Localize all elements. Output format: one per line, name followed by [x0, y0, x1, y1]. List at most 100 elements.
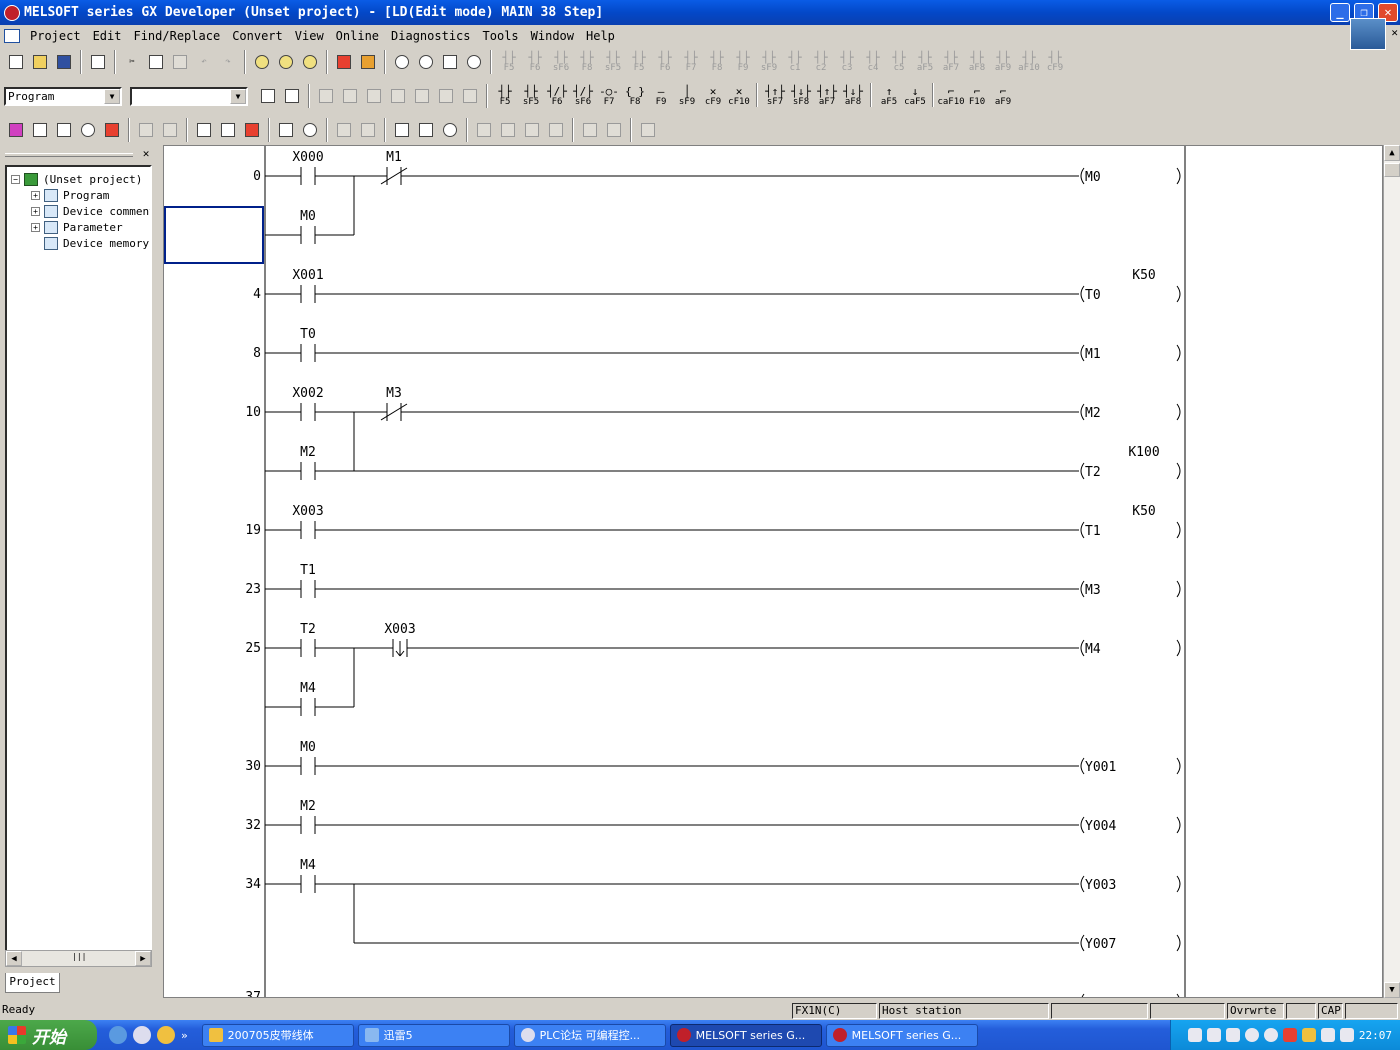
ladder-key-af9-icon[interactable]: ┤├ aF9: [991, 49, 1015, 75]
contact-label[interactable]: M0: [300, 209, 316, 224]
undo-icon[interactable]: ↶: [193, 51, 215, 73]
find-device-icon[interactable]: [251, 51, 273, 73]
task-folder[interactable]: 200705皮带线体: [201, 1023, 354, 1047]
app-icon[interactable]: [4, 4, 20, 21]
contact-label[interactable]: M4: [300, 858, 316, 873]
contact-label[interactable]: X003: [292, 504, 323, 519]
ladder-symbol-sf9-button[interactable]: │ sF9: [675, 83, 699, 109]
network-icon[interactable]: [1225, 1028, 1240, 1042]
ladder-key-cf9-icon[interactable]: ┤├ cF9: [1043, 49, 1067, 75]
simulation-step-icon[interactable]: [497, 119, 519, 141]
ladder-symbol-f10-button[interactable]: ⌐ F10: [965, 83, 989, 109]
tab-project[interactable]: Project: [5, 973, 60, 993]
cross-reference-icon[interactable]: [275, 119, 297, 141]
copy-icon[interactable]: [145, 51, 167, 73]
ladder-key-c4-icon[interactable]: ┤├ c4: [861, 49, 885, 75]
write-mode-icon[interactable]: [101, 119, 123, 141]
display-icon[interactable]: [1339, 1028, 1354, 1042]
menu-window[interactable]: Window: [525, 26, 580, 46]
ladder-key-f5-icon[interactable]: ┤├ F5: [497, 49, 521, 75]
ladder-key-sf9-icon[interactable]: ┤├ sF9: [757, 49, 781, 75]
insert-row-icon[interactable]: [315, 85, 337, 107]
device-register-icon[interactable]: [217, 119, 239, 141]
ladder-key-af8-icon[interactable]: ┤├ aF8: [965, 49, 989, 75]
ladder-symbol-f8-button[interactable]: { } F8: [623, 83, 647, 109]
ladder-symbol-af9-button[interactable]: ⌐ aF9: [991, 83, 1015, 109]
pane-grip[interactable]: [5, 153, 133, 157]
fb-icon[interactable]: [579, 119, 601, 141]
contact-label[interactable]: M4: [300, 681, 316, 696]
table-icon[interactable]: [435, 85, 457, 107]
step-run-icon[interactable]: [333, 119, 355, 141]
simulation-stop-icon[interactable]: [545, 119, 567, 141]
diagnostics-icon[interactable]: [299, 119, 321, 141]
menu-project[interactable]: Project: [24, 26, 87, 46]
tree-item-device-memory[interactable]: Device memory: [44, 235, 149, 251]
ladder-symbol-sf5-button[interactable]: ┤├ sF5: [519, 83, 543, 109]
ladder-symbol-f5-button[interactable]: ┤├ F5: [493, 83, 517, 109]
menu-view[interactable]: View: [289, 26, 330, 46]
ladder-symbol-caf5-button[interactable]: ↓ caF5: [903, 83, 927, 109]
fb-edit-icon[interactable]: [603, 119, 625, 141]
minimize-button[interactable]: _: [1330, 3, 1350, 22]
expand-icon[interactable]: +: [31, 206, 40, 216]
ladder-key-sf5-icon[interactable]: ┤├ sF5: [601, 49, 625, 75]
coil-label[interactable]: END: [1085, 996, 1109, 998]
coil-label[interactable]: M1: [1085, 347, 1101, 362]
coil-label[interactable]: M3: [1085, 583, 1101, 598]
ladder-key-f6-icon[interactable]: ┤├ F6: [653, 49, 677, 75]
contact-label[interactable]: T0: [300, 327, 316, 342]
task-melsoft-2[interactable]: MELSOFT series G...: [825, 1023, 978, 1047]
start-button[interactable]: 开始: [0, 1020, 97, 1050]
ladder-symbol-sf7-button[interactable]: ┤↑├ sF7: [763, 83, 787, 109]
redo-icon[interactable]: ↷: [217, 51, 239, 73]
scroll-up-icon[interactable]: ▲: [1384, 145, 1400, 161]
parameter-icon[interactable]: [5, 119, 27, 141]
ladder-symbol-f7-button[interactable]: -○- F7: [597, 83, 621, 109]
save-icon[interactable]: [53, 51, 75, 73]
coil-label[interactable]: Y001: [1085, 760, 1116, 775]
volume-icon[interactable]: [1320, 1028, 1335, 1042]
ladder-symbol-af5-button[interactable]: ↑ aF5: [877, 83, 901, 109]
ladder-symbol-sf8-button[interactable]: ┤↓├ sF8: [789, 83, 813, 109]
ladder-key-f8-icon[interactable]: ┤├ F8: [705, 49, 729, 75]
menu-edit[interactable]: Edit: [87, 26, 128, 46]
back-icon[interactable]: [1244, 1028, 1259, 1042]
coil-label[interactable]: M2: [1085, 406, 1101, 421]
ladder-key-f7-icon[interactable]: ┤├ F7: [679, 49, 703, 75]
menu-online[interactable]: Online: [330, 26, 385, 46]
ladder-key-f9-icon[interactable]: ┤├ F9: [731, 49, 755, 75]
collapse-icon[interactable]: −: [11, 174, 20, 184]
menu-tools[interactable]: Tools: [477, 26, 525, 46]
editor-vertical-scrollbar[interactable]: ▲ ▼: [1383, 145, 1400, 998]
tree-item-device-comment[interactable]: + Device comment: [31, 203, 150, 219]
partial-run-icon[interactable]: [357, 119, 379, 141]
block-icon[interactable]: [411, 85, 433, 107]
error-icon[interactable]: [363, 85, 385, 107]
ladder-mode-icon[interactable]: [29, 119, 51, 141]
ladder-key-c5-icon[interactable]: ┤├ c5: [887, 49, 911, 75]
coil-label[interactable]: T0: [1085, 288, 1101, 303]
open-folder-icon[interactable]: [29, 51, 51, 73]
zoom-in-icon[interactable]: [391, 51, 413, 73]
ladder-key-f5-icon[interactable]: ┤├ F5: [627, 49, 651, 75]
coil-label[interactable]: Y004: [1085, 819, 1116, 834]
scroll-left-icon[interactable]: ◀: [6, 951, 22, 966]
data-name-select[interactable]: ▼: [130, 86, 248, 106]
more-quicklaunch-icon[interactable]: »: [181, 1029, 188, 1042]
coil-label[interactable]: Y007: [1085, 937, 1116, 952]
menu-find-replace[interactable]: Find/Replace: [127, 26, 226, 46]
program-tree-icon[interactable]: [281, 85, 303, 107]
pane-close-icon[interactable]: ✕: [140, 148, 152, 160]
contact-label[interactable]: M2: [300, 445, 316, 460]
ladder-key-f6-icon[interactable]: ┤├ F6: [523, 49, 547, 75]
messenger-tray-icon[interactable]: [1263, 1028, 1278, 1042]
task-browser[interactable]: PLC论坛 可编程控...: [513, 1023, 666, 1047]
ie-icon[interactable]: [109, 1026, 127, 1044]
ladder-symbol-sf6-button[interactable]: ┤/├ sF6: [571, 83, 595, 109]
task-melsoft-1[interactable]: MELSOFT series G...: [669, 1023, 822, 1047]
split-icon[interactable]: [459, 85, 481, 107]
tree-root[interactable]: − (Unset project): [11, 171, 142, 187]
find-instruction-icon[interactable]: [275, 51, 297, 73]
mdi-close-icon[interactable]: ✕: [1391, 27, 1398, 38]
